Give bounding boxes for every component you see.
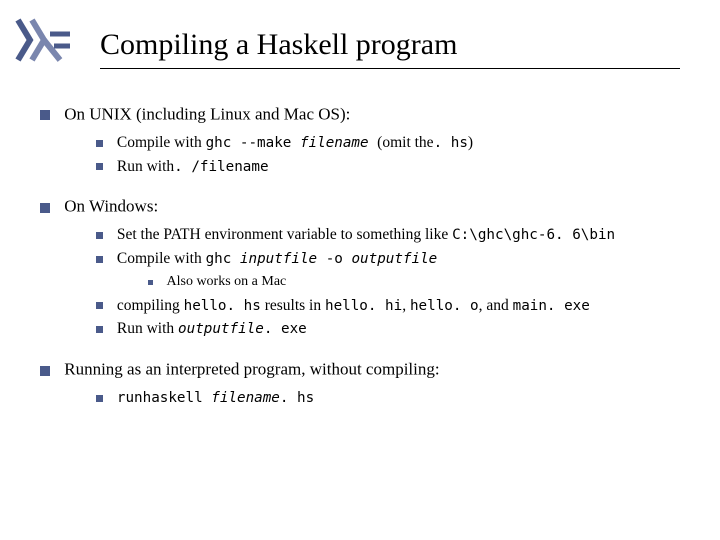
bullet-text: Running as an interpreted program, witho… [64,360,439,379]
sub-bullet-results: compiling hello. hs results in hello. hi… [96,296,700,317]
square-bullet-icon [96,395,103,402]
sub-bullet-runhaskell: runhaskell filename. hs [96,388,700,409]
bullet-text: Run with outputfile. exe [117,320,307,337]
bullet-text: On UNIX (including Linux and Mac OS): [64,105,350,124]
square-bullet-icon [96,256,103,263]
bullet-text: Set the PATH environment variable to som… [117,226,615,243]
title-rule [100,68,680,69]
square-bullet-icon [96,232,103,239]
square-bullet-icon [96,140,103,147]
bullet-unix: On UNIX (including Linux and Mac OS): [40,103,700,127]
slide-title: Compiling a Haskell program [100,28,457,62]
square-bullet-icon [40,110,50,120]
square-bullet-icon [96,302,103,309]
square-bullet-icon [96,163,103,170]
sub-bullet-run-win: Run with outputfile. exe [96,319,700,340]
square-bullet-icon [96,326,103,333]
bullet-text: compiling hello. hs results in hello. hi… [117,297,590,314]
bullet-text: On Windows: [64,197,158,216]
slide-content: On UNIX (including Linux and Mac OS): Co… [40,95,700,412]
sub-bullet-compile-win: Compile with ghc inputfile -o outputfile [96,249,700,270]
bullet-interpreted: Running as an interpreted program, witho… [40,358,700,382]
bullet-windows: On Windows: [40,195,700,219]
bullet-text: Compile with ghc inputfile -o outputfile [117,250,437,267]
bullet-text: runhaskell filename. hs [117,389,314,406]
bullet-text: Also works on a Mac [167,274,287,289]
bullet-text: Run with. /filename [117,158,269,175]
square-bullet-icon [148,280,153,285]
square-bullet-icon [40,203,50,213]
square-bullet-icon [40,366,50,376]
bullet-text: Compile with ghc --make filename (omit t… [117,134,473,151]
haskell-logo-icon [14,18,74,62]
sub-bullet-compile-unix: Compile with ghc --make filename (omit t… [96,133,700,154]
sub-sub-bullet-mac: Also works on a Mac [148,273,700,293]
sub-bullet-path: Set the PATH environment variable to som… [96,225,700,246]
sub-bullet-run-unix: Run with. /filename [96,157,700,178]
